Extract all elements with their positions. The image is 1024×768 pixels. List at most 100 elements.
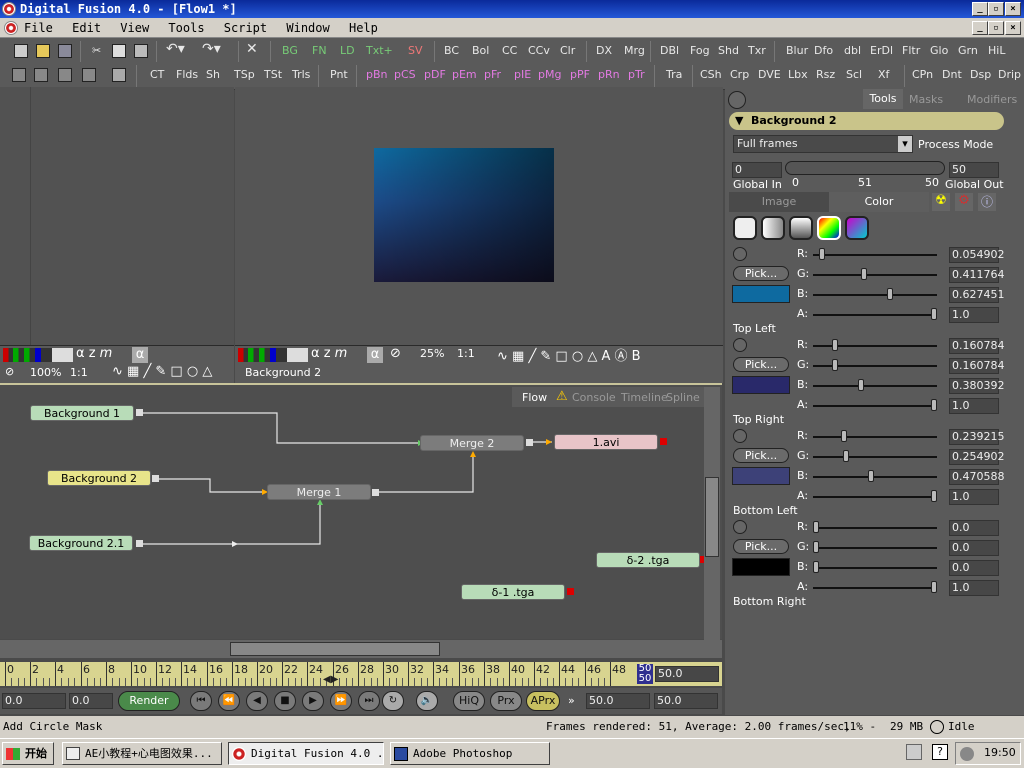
tool-scl-button[interactable]: Scl: [846, 68, 862, 81]
node-saver-avi[interactable]: 1.avi: [554, 434, 658, 450]
channel-buttons[interactable]: [3, 348, 73, 362]
open-icon[interactable]: [36, 44, 50, 58]
tool-dx-button[interactable]: DX: [596, 44, 612, 57]
tool-fog-button[interactable]: Fog: [690, 44, 710, 57]
step-back-icon[interactable]: ◀: [246, 691, 268, 711]
go-start-icon[interactable]: ⏮: [190, 691, 212, 711]
layout-4-icon[interactable]: [82, 68, 96, 82]
global-in-field[interactable]: 0: [732, 162, 782, 178]
new-icon[interactable]: [14, 44, 28, 58]
tool-shd-button[interactable]: Shd: [718, 44, 739, 57]
node-merge-2[interactable]: Merge 2: [420, 435, 524, 451]
tool-blur-button[interactable]: Blur: [786, 44, 808, 57]
global-end-field[interactable]: 50.0: [654, 693, 718, 709]
global-out-field[interactable]: 50: [949, 162, 999, 178]
maximize-button[interactable]: ▫: [988, 2, 1004, 16]
tool-lbx-button[interactable]: Lbx: [788, 68, 808, 81]
tab-masks[interactable]: Masks: [909, 93, 943, 106]
tool-erdl-button[interactable]: ErDl: [870, 44, 893, 57]
channel-value[interactable]: 1.0: [949, 307, 999, 323]
collapse-icon[interactable]: ▼: [735, 112, 743, 130]
menu-window[interactable]: Window: [286, 21, 329, 35]
channel-value[interactable]: 0.380392: [949, 378, 1005, 394]
tool-tra-button[interactable]: Tra: [666, 68, 682, 81]
alpha-toggle-icon-right[interactable]: α: [367, 347, 383, 363]
slider-knob[interactable]: [931, 490, 937, 502]
tool-trls-button[interactable]: Trls: [292, 68, 310, 81]
tool-ptr-button[interactable]: pTr: [628, 68, 645, 81]
color-swatch[interactable]: [732, 376, 790, 394]
menu-file[interactable]: File: [24, 21, 53, 35]
channel-slider[interactable]: [813, 587, 937, 589]
tool-fn-button[interactable]: FN: [312, 44, 327, 57]
flow-vscroll[interactable]: [704, 387, 720, 641]
global-range-slider[interactable]: [785, 161, 945, 175]
expand-icon[interactable]: [733, 338, 747, 352]
tool-bol-button[interactable]: Bol: [472, 44, 489, 57]
alpha-icon[interactable]: α z m: [76, 346, 112, 361]
color-swatch[interactable]: [732, 285, 790, 303]
slider-knob[interactable]: [819, 248, 825, 260]
flow-panel[interactable]: Flow ⚠ Console Timeline Spline Backgroun…: [0, 383, 722, 641]
channel-slider[interactable]: [813, 294, 937, 296]
channel-value[interactable]: 0.160784: [949, 338, 1005, 354]
channel-slider[interactable]: [813, 547, 937, 549]
expand-icon[interactable]: [733, 429, 747, 443]
mode-four-corner-icon[interactable]: [817, 216, 841, 240]
tool-cc-button[interactable]: CC: [502, 44, 517, 57]
lut-icon-right[interactable]: ⊘: [390, 346, 401, 361]
loop-icon[interactable]: ↻: [382, 691, 404, 711]
pick-button[interactable]: Pick...: [733, 266, 789, 281]
channel-slider[interactable]: [813, 476, 937, 478]
tool-ccv-button[interactable]: CCv: [528, 44, 550, 57]
paste-icon[interactable]: [134, 44, 148, 58]
minimize-button[interactable]: _: [972, 2, 988, 16]
channel-slider[interactable]: [813, 527, 937, 529]
tool-pfr-button[interactable]: pFr: [484, 68, 501, 81]
tool-fltr-button[interactable]: Fltr: [902, 44, 920, 57]
tool-sv-button[interactable]: SV: [408, 44, 423, 57]
node-loader-tga-1[interactable]: δ-1 .tga: [461, 584, 565, 600]
zoom-ratio[interactable]: 1:1: [70, 366, 88, 379]
layout-3-icon[interactable]: [58, 68, 72, 82]
tool-dfo-button[interactable]: Dfo: [814, 44, 833, 57]
tool-pie-button[interactable]: pIE: [514, 68, 531, 81]
prx-button[interactable]: Prx: [490, 691, 522, 711]
go-end-icon[interactable]: ⏭: [358, 691, 380, 711]
slider-knob[interactable]: [887, 288, 893, 300]
draw-tools-icon-right[interactable]: ∿ ▦ ╱ ✎ □ ○ △ A Ⓐ B: [497, 345, 641, 364]
tool-dbl-button[interactable]: DBl: [660, 44, 679, 57]
channel-value[interactable]: 1.0: [949, 398, 999, 414]
render-start-field[interactable]: 0.0: [2, 693, 66, 709]
node-background-2[interactable]: Background 2: [47, 470, 151, 486]
tool-bc-button[interactable]: BC: [444, 44, 459, 57]
tool-txr-button[interactable]: Txr: [748, 44, 766, 57]
subtab-color[interactable]: Color: [829, 192, 929, 212]
render-button[interactable]: Render: [118, 691, 180, 711]
tool-dve-button[interactable]: DVE: [758, 68, 781, 81]
render-end-field[interactable]: 50.0: [586, 693, 650, 709]
channel-value[interactable]: 0.160784: [949, 358, 1005, 374]
slider-knob[interactable]: [832, 359, 838, 371]
color-swatch[interactable]: [732, 467, 790, 485]
slider-knob[interactable]: [843, 450, 849, 462]
stop-icon[interactable]: ■: [274, 691, 296, 711]
cut-icon[interactable]: ✂: [92, 44, 101, 57]
channel-value[interactable]: 0.0: [949, 540, 999, 556]
layout-1-icon[interactable]: [12, 68, 26, 82]
tool-drip-button[interactable]: Drip: [998, 68, 1021, 81]
tool-pdf-button[interactable]: pDF: [424, 68, 446, 81]
task-photoshop[interactable]: Adobe Photoshop: [390, 742, 550, 765]
tool-pbn-button[interactable]: pBn: [366, 68, 388, 81]
end-time-field[interactable]: 50.0: [655, 666, 719, 682]
viewer-left[interactable]: α z m α ⊘ 100% 1:1 ∿ ▦ ╱ ✎ □ ○ △: [0, 87, 234, 383]
tool-tsp-button[interactable]: TSp: [234, 68, 255, 81]
tool-header[interactable]: ▼ Background 2: [729, 112, 1004, 130]
tool-pem-button[interactable]: pEm: [452, 68, 477, 81]
channel-value[interactable]: 0.239215: [949, 429, 1005, 445]
alpha-toggle-icon[interactable]: α: [132, 347, 148, 363]
tab-modifiers[interactable]: Modifiers: [967, 93, 1017, 106]
zoom-level[interactable]: 100%: [30, 366, 61, 379]
slider-knob[interactable]: [858, 379, 864, 391]
mode-gradient-icon[interactable]: [845, 216, 869, 240]
